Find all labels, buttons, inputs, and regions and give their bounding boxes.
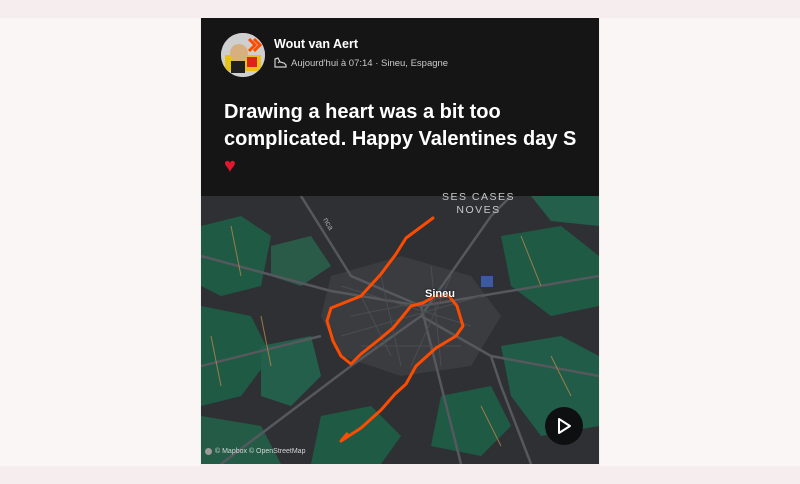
post-title: Drawing a heart was a bit too complicate… [224,99,584,180]
activity-card[interactable]: Wout van Aert Aujourd'hui à 07:14 · Sine… [201,18,599,464]
area-label: SES CASES NOVES [442,191,515,217]
left-background [0,18,200,466]
shoe-icon [273,57,287,69]
right-background [600,18,800,466]
map-attribution[interactable]: © Mapbox © OpenStreetMap [205,448,305,455]
post-timestamp: Aujourd'hui à 07:14 · Sineu, Espagne [291,57,449,69]
avatar[interactable] [221,33,265,77]
area-label-line-2: NOVES [456,204,501,216]
route-map[interactable] [201,196,599,464]
town-label: Sineu [425,288,455,300]
mapbox-logo-icon [205,448,212,455]
play-button[interactable] [545,407,583,445]
author-name[interactable]: Wout van Aert [274,37,358,51]
heart-emoji: ♥ [224,155,236,177]
post-text: Drawing a heart was a bit too complicate… [224,101,577,150]
area-label-line-1: SES CASES [442,191,516,203]
post-meta: Aujourd'hui à 07:14 · Sineu, Espagne [273,57,448,69]
attribution-text: © Mapbox © OpenStreetMap [215,448,306,455]
play-icon [558,418,571,434]
